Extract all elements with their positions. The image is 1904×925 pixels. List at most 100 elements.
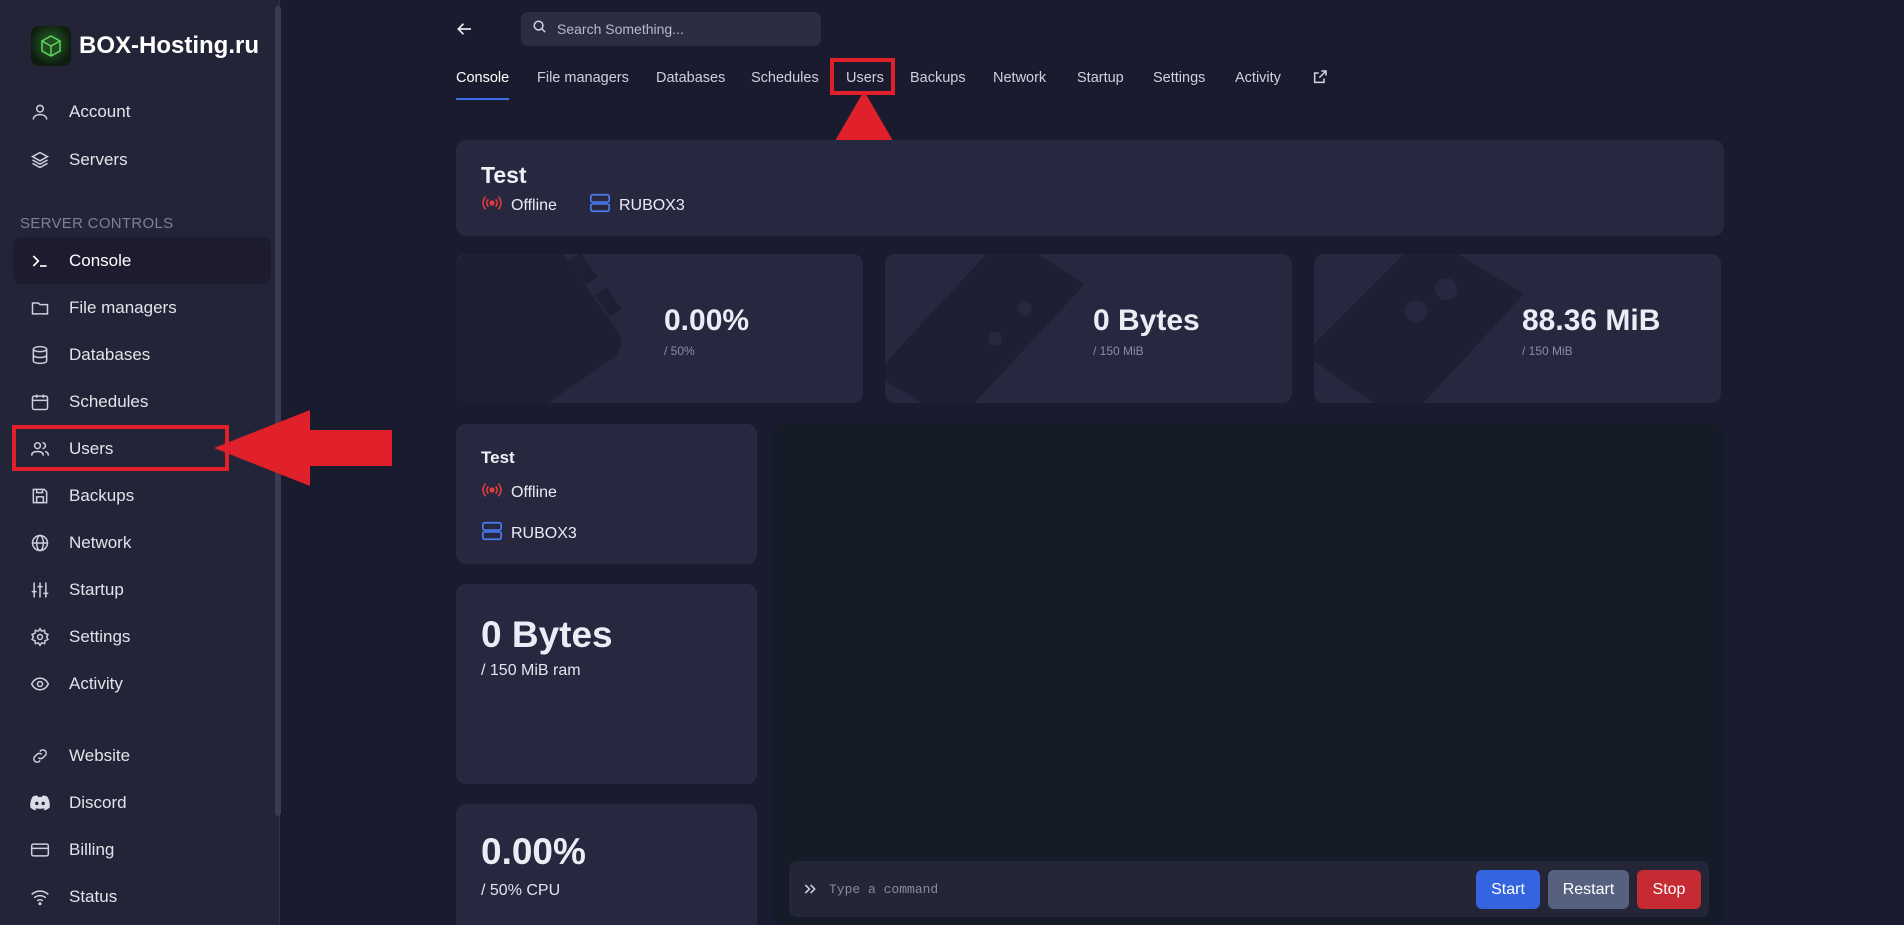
sidebar-item-label: Servers [69, 149, 128, 169]
sidebar-item-label: Activity [69, 673, 123, 693]
server-details-card: Test Offline RUBOX3 [456, 424, 757, 564]
sidebar-item-label: File managers [69, 297, 177, 317]
users-tab-highlight-box [830, 58, 895, 95]
sidebar-item-label: Network [69, 532, 132, 552]
console-output[interactable] [773, 424, 1724, 925]
section-label: SERVER CONTROLS [20, 215, 174, 232]
users-highlight-box [12, 425, 229, 471]
server-meta: Offline RUBOX3 [481, 192, 685, 219]
stop-button[interactable]: Stop [1637, 870, 1701, 909]
tab-console[interactable]: Console [456, 66, 510, 100]
tab-settings[interactable]: Settings [1153, 66, 1205, 100]
database-icon [29, 344, 51, 366]
tab-backups[interactable]: Backups [910, 66, 966, 100]
server-header-card: Test Offline RUBOX3 [456, 140, 1724, 236]
sidebar-item-console[interactable]: Console [13, 237, 271, 284]
sidebar-item-activity[interactable]: Activity [13, 660, 271, 707]
details-status-row: Offline [481, 481, 557, 504]
sidebar-item-label: Billing [69, 839, 115, 859]
tab-activity[interactable]: Activity [1235, 66, 1281, 100]
memory-stat-card: 0 Bytes / 150 MiB [885, 254, 1292, 403]
discord-icon [29, 792, 51, 814]
globe-icon [29, 532, 51, 554]
cpu-detail-value: 0.00% [481, 831, 586, 872]
brand-title: BOX-Hosting.ru [79, 32, 259, 59]
gear-icon [29, 626, 51, 648]
tab-startup[interactable]: Startup [1077, 66, 1124, 100]
user-icon [29, 101, 51, 123]
tab-file-managers[interactable]: File managers [537, 66, 629, 100]
sidebar-item-settings[interactable]: Settings [13, 613, 271, 660]
tab-schedules[interactable]: Schedules [751, 66, 819, 100]
external-link-icon[interactable] [1312, 69, 1328, 103]
sidebar-item-servers[interactable]: Servers [13, 136, 271, 183]
sidebar-item-label: Status [69, 886, 118, 906]
tab-databases[interactable]: Databases [656, 66, 725, 100]
server-status: Offline [511, 196, 557, 214]
restart-button[interactable]: Restart [1548, 870, 1629, 909]
sidebar-item-billing[interactable]: Billing [13, 826, 271, 873]
offline-signal-icon [481, 194, 503, 217]
details-node: RUBOX3 [511, 524, 577, 542]
sidebar-item-label: Settings [69, 626, 131, 646]
disk-stat-limit: / 150 MiB [1522, 344, 1573, 358]
sidebar-item-label: Account [69, 101, 131, 121]
sidebar-item-discord[interactable]: Discord [13, 779, 271, 826]
cpu-icon [456, 254, 622, 403]
sidebar-item-label: Website [69, 745, 131, 765]
details-server-name: Test [481, 448, 515, 467]
sidebar-item-website[interactable]: Website [13, 732, 271, 779]
sidebar-item-label: Console [69, 250, 132, 270]
terminal-icon [29, 250, 51, 272]
left-arrow-annotation [214, 410, 392, 486]
sidebar-item-startup[interactable]: Startup [13, 566, 271, 613]
cpu-detail-sub: / 50% CPU [481, 882, 561, 899]
offline-signal-icon [481, 481, 503, 504]
start-button[interactable]: Start [1476, 870, 1540, 909]
sidebar-item-label: Schedules [69, 391, 149, 411]
memory-stat-value: 0 Bytes [1093, 304, 1200, 337]
link-icon [29, 745, 51, 767]
cpu-stat-card: 0.00% / 50% [456, 254, 863, 403]
cpu-stat-limit: / 50% [664, 344, 695, 358]
tab-network[interactable]: Network [993, 66, 1046, 100]
server-node: RUBOX3 [618, 196, 685, 214]
folder-icon [29, 297, 51, 319]
server-node-icon [589, 192, 611, 219]
sidebar-item-status[interactable]: Status [13, 873, 271, 920]
details-status: Offline [511, 483, 557, 501]
chevrons-right-icon [803, 882, 817, 896]
disk-icon [1314, 254, 1524, 403]
memory-stat-limit: / 150 MiB [1093, 344, 1144, 358]
layers-icon [29, 149, 51, 171]
sidebar-item-label: Backups [69, 485, 135, 505]
memory-detail-sub: / 150 MiB ram [481, 662, 581, 679]
search-bar[interactable] [521, 12, 821, 46]
sidebar-item-databases[interactable]: Databases [13, 331, 271, 378]
sidebar-item-account[interactable]: Account [13, 88, 271, 135]
details-node-row: RUBOX3 [481, 520, 577, 547]
sidebar-item-label: Startup [69, 579, 124, 599]
disk-stat-value: 88.36 MiB [1522, 304, 1661, 337]
wifi-icon [29, 886, 51, 908]
search-input[interactable] [557, 21, 807, 37]
cpu-detail-card: 0.00% / 50% CPU [456, 804, 757, 925]
sliders-icon [29, 579, 51, 601]
save-icon [29, 485, 51, 507]
memory-icon [885, 254, 1085, 403]
eye-icon [29, 673, 51, 695]
sidebar-item-network[interactable]: Network [13, 519, 271, 566]
disk-stat-card: 88.36 MiB / 150 MiB [1314, 254, 1721, 403]
memory-detail-value: 0 Bytes [481, 614, 613, 655]
sidebar-item-label: Discord [69, 792, 127, 812]
server-node-icon [481, 520, 503, 547]
brand[interactable]: BOX-Hosting.ru [31, 26, 259, 66]
credit-card-icon [29, 839, 51, 861]
command-input[interactable] [829, 881, 1469, 897]
calendar-icon [29, 391, 51, 413]
search-icon [532, 19, 547, 39]
memory-detail-card: 0 Bytes / 150 MiB ram [456, 584, 757, 784]
sidebar-item-file-managers[interactable]: File managers [13, 284, 271, 331]
back-button[interactable] [452, 16, 478, 42]
sidebar-item-label: Databases [69, 344, 151, 364]
